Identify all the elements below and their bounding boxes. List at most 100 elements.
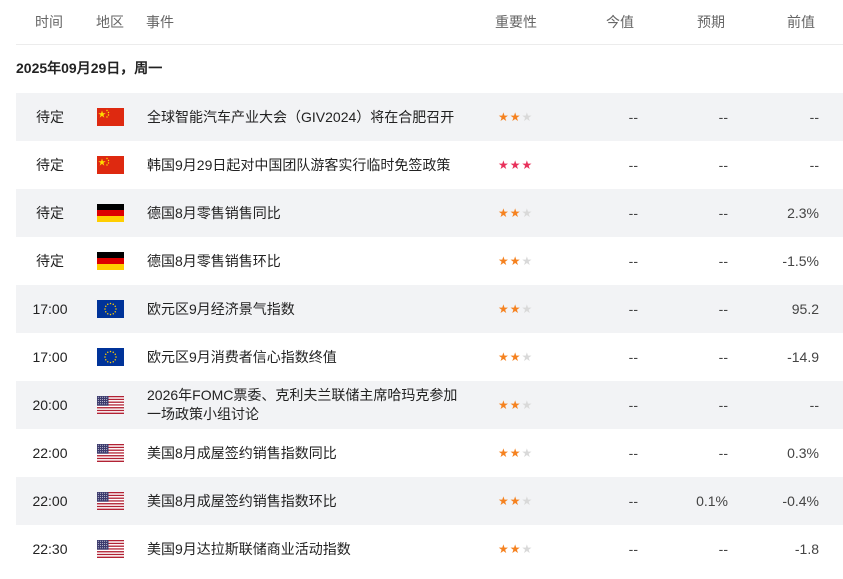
previous-value: -- [809, 109, 819, 125]
forecast-value: -- [718, 301, 728, 317]
importance-rating: ★ ★ ★ [498, 141, 540, 189]
us-flag-icon [96, 429, 124, 477]
event-time: 20:00 [32, 397, 68, 413]
importance-rating: ★ ★ ★ [498, 477, 540, 525]
actual-value: -- [628, 253, 638, 269]
importance-rating: ★ ★ ★ [498, 381, 540, 429]
table-header: 时间 地区 事件 重要性 今值 预期 前值 [16, 0, 843, 45]
star-icon: ★ [521, 158, 533, 172]
star-icon: ★ [521, 110, 533, 124]
event-title[interactable]: 2026年FOMC票委、克利夫兰联储主席哈玛克参加一场政策小组讨论 [147, 381, 467, 429]
china-flag-icon [96, 93, 124, 141]
event-title[interactable]: 全球智能汽车产业大会（GIV2024）将在合肥召开 [147, 93, 467, 141]
importance-rating: ★ ★ ★ [498, 525, 540, 573]
star-icon: ★ [498, 494, 509, 508]
star-icon: ★ [521, 398, 533, 412]
event-title[interactable]: 美国8月成屋签约销售指数同比 [147, 429, 467, 477]
star-icon: ★ [498, 206, 509, 220]
table-row[interactable]: 待定 德国8月零售销售同比 ★ ★ ★ -- -- 2.3% [16, 189, 843, 237]
star-icon: ★ [498, 350, 509, 364]
eu-flag-icon [96, 285, 124, 333]
actual-value: -- [628, 109, 638, 125]
event-title[interactable]: 德国8月零售销售环比 [147, 237, 467, 285]
event-time: 待定 [36, 109, 64, 125]
germany-flag-icon [96, 189, 124, 237]
star-icon: ★ [521, 542, 533, 556]
event-title[interactable]: 韩国9月29日起对中国团队游客实行临时免签政策 [147, 141, 467, 189]
event-title[interactable]: 美国9月达拉斯联储商业活动指数 [147, 525, 467, 573]
event-time: 17:00 [32, 301, 68, 317]
table-row[interactable]: 22:00 美国8月成屋签约销售指数环比 ★ ★ ★ -- 0.1% -0.4% [16, 477, 843, 525]
star-icon: ★ [498, 254, 509, 268]
event-title[interactable]: 德国8月零售销售同比 [147, 189, 467, 237]
forecast-value: -- [718, 541, 728, 557]
event-title[interactable]: 欧元区9月消费者信心指数终值 [147, 333, 467, 381]
forecast-value: 0.1% [696, 493, 728, 509]
star-icon: ★ [521, 254, 533, 268]
economic-calendar: 时间 地区 事件 重要性 今值 预期 前值 2025年09月29日，周一 待定 全… [0, 0, 843, 579]
previous-value: 95.2 [791, 301, 819, 317]
star-icon: ★ [509, 110, 521, 124]
forecast-value: -- [718, 157, 728, 173]
header-forecast: 预期 [697, 14, 725, 30]
header-previous: 前值 [787, 14, 815, 30]
forecast-value: -- [718, 349, 728, 365]
previous-value: 2.3% [787, 205, 819, 221]
table-row[interactable]: 待定 韩国9月29日起对中国团队游客实行临时免签政策 ★ ★ ★ -- -- -- [16, 141, 843, 189]
germany-flag-icon [96, 237, 124, 285]
importance-rating: ★ ★ ★ [498, 93, 540, 141]
forecast-value: -- [718, 253, 728, 269]
table-row[interactable]: 17:00 欧元区9月经济景气指数 ★ ★ ★ -- -- 95.2 [16, 285, 843, 333]
actual-value: -- [628, 541, 638, 557]
actual-value: -- [628, 397, 638, 413]
star-icon: ★ [498, 446, 509, 460]
importance-rating: ★ ★ ★ [498, 285, 540, 333]
forecast-value: -- [718, 397, 728, 413]
table-row[interactable]: 17:00 欧元区9月消费者信心指数终值 ★ ★ ★ -- -- -14.9 [16, 333, 843, 381]
us-flag-icon [96, 525, 124, 573]
star-icon: ★ [509, 542, 521, 556]
header-region: 地区 [96, 14, 124, 30]
forecast-value: -- [718, 109, 728, 125]
header-event: 事件 [146, 14, 174, 30]
header-time: 时间 [35, 14, 63, 30]
star-icon: ★ [509, 446, 521, 460]
event-time: 22:00 [32, 445, 68, 461]
us-flag-icon [96, 381, 124, 429]
importance-rating: ★ ★ ★ [498, 189, 540, 237]
event-title[interactable]: 美国8月成屋签约销售指数环比 [147, 477, 467, 525]
table-row[interactable]: 待定 德国8月零售销售环比 ★ ★ ★ -- -- -1.5% [16, 237, 843, 285]
star-icon: ★ [521, 494, 533, 508]
actual-value: -- [628, 493, 638, 509]
table-row[interactable]: 22:30 美国9月达拉斯联储商业活动指数 ★ ★ ★ -- -- -1.8 [16, 525, 843, 573]
star-icon: ★ [509, 206, 521, 220]
star-icon: ★ [498, 398, 509, 412]
forecast-value: -- [718, 205, 728, 221]
previous-value: -14.9 [787, 349, 819, 365]
event-time: 22:00 [32, 493, 68, 509]
star-icon: ★ [498, 110, 509, 124]
previous-value: -0.4% [782, 493, 819, 509]
us-flag-icon [96, 477, 124, 525]
table-row[interactable]: 22:00 美国8月成屋签约销售指数同比 ★ ★ ★ -- -- 0.3% [16, 429, 843, 477]
china-flag-icon [96, 141, 124, 189]
event-title[interactable]: 欧元区9月经济景气指数 [147, 285, 467, 333]
actual-value: -- [628, 301, 638, 317]
star-icon: ★ [521, 446, 533, 460]
header-importance: 重要性 [495, 14, 537, 30]
star-icon: ★ [498, 302, 509, 316]
header-actual: 今值 [606, 14, 634, 30]
star-icon: ★ [498, 542, 509, 556]
date-group-label: 2025年09月29日，周一 [16, 60, 163, 76]
table-row[interactable]: 待定 全球智能汽车产业大会（GIV2024）将在合肥召开 ★ ★ ★ -- -- -- [16, 93, 843, 141]
event-time: 17:00 [32, 349, 68, 365]
actual-value: -- [628, 445, 638, 461]
star-icon: ★ [509, 350, 521, 364]
event-time: 待定 [36, 205, 64, 221]
previous-value: -1.8 [794, 541, 819, 557]
star-icon: ★ [521, 302, 533, 316]
table-row[interactable]: 20:00 2026年FOMC票委、克利夫兰联储主席哈玛克参加一场政策小组讨论 ★ ★… [16, 381, 843, 429]
previous-value: -- [809, 157, 819, 173]
event-time: 待定 [36, 157, 64, 173]
star-icon: ★ [509, 254, 521, 268]
